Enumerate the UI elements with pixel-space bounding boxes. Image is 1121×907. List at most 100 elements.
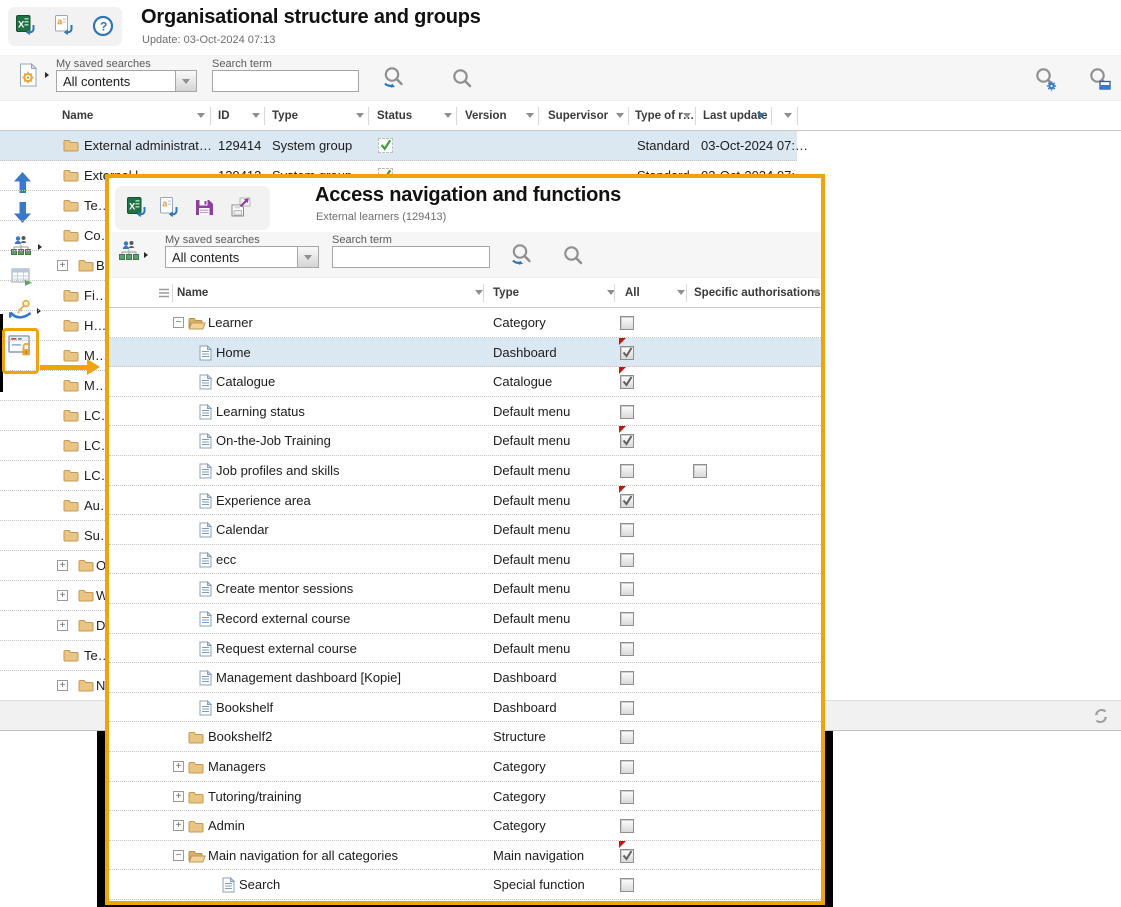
filter-arrow-icon[interactable] xyxy=(475,290,483,295)
checkbox-unchecked[interactable] xyxy=(620,671,634,685)
checkbox-checked[interactable] xyxy=(620,375,634,389)
excel-export-icon[interactable]: X xyxy=(127,197,149,218)
expander-plus-icon[interactable]: + xyxy=(173,820,184,831)
column-header[interactable]: Name xyxy=(177,287,208,299)
sort-desc-icon[interactable] xyxy=(757,113,765,118)
expander-plus-icon[interactable]: + xyxy=(173,791,184,802)
expander-minus-icon[interactable]: − xyxy=(173,850,184,861)
table-row[interactable]: Bookshelf2Structure xyxy=(109,722,821,752)
table-row[interactable]: Experience areaDefault menu xyxy=(109,486,821,516)
table-row[interactable]: CalendarDefault menu xyxy=(109,515,821,545)
table-row[interactable]: Record external courseDefault menu xyxy=(109,604,821,634)
checkbox-checked[interactable] xyxy=(620,849,634,863)
checkbox-unchecked[interactable] xyxy=(620,760,634,774)
column-header[interactable]: Type xyxy=(493,287,519,299)
column-header[interactable]: Specific authorisations xyxy=(694,287,821,299)
dropdown-arrow-icon[interactable] xyxy=(175,71,196,91)
doc-export-icon[interactable]: a xyxy=(54,15,76,36)
filter-arrow-icon[interactable] xyxy=(444,113,452,118)
checkbox-unchecked[interactable] xyxy=(620,464,634,478)
expander-plus-icon[interactable]: + xyxy=(173,761,184,772)
filter-arrow-icon[interactable] xyxy=(812,290,820,295)
table-row[interactable]: Management dashboard [Kopie]Dashboard xyxy=(109,663,821,693)
filter-arrow-icon[interactable] xyxy=(252,113,260,118)
expander-plus-icon[interactable]: + xyxy=(57,620,68,631)
table-row[interactable]: BookshelfDashboard xyxy=(109,693,821,723)
search-window-icon[interactable] xyxy=(1086,66,1113,93)
table-row[interactable]: +ManagersCategory xyxy=(109,752,821,782)
search-settings-icon[interactable] xyxy=(1032,66,1059,93)
table-row[interactable]: External administrat…129414System groupS… xyxy=(0,131,797,161)
search-reset-icon[interactable] xyxy=(508,242,535,269)
table-row[interactable]: −LearnerCategory xyxy=(109,308,821,338)
table-row[interactable]: Request external courseDefault menu xyxy=(109,634,821,664)
column-header[interactable]: Status xyxy=(377,110,412,122)
filter-arrow-icon[interactable] xyxy=(784,113,792,118)
checkbox-unchecked[interactable] xyxy=(620,523,634,537)
column-header[interactable]: All xyxy=(625,287,640,299)
submenu-caret-icon[interactable] xyxy=(144,252,148,258)
checkbox-checked[interactable] xyxy=(620,494,634,508)
checkbox-unchecked[interactable] xyxy=(620,790,634,804)
checkbox-checked[interactable] xyxy=(620,346,634,360)
table-row[interactable]: eccDefault menu xyxy=(109,545,821,575)
dialog-nav-structure-icon[interactable] xyxy=(118,240,140,262)
table-row[interactable]: CatalogueCatalogue xyxy=(109,367,821,397)
table-row[interactable]: Learning statusDefault menu xyxy=(109,397,821,427)
table-row[interactable]: Job profiles and skillsDefault menu xyxy=(109,456,821,486)
expander-plus-icon[interactable]: + xyxy=(57,560,68,571)
filter-arrow-icon[interactable] xyxy=(616,113,624,118)
table-row[interactable]: +Tutoring/trainingCategory xyxy=(109,782,821,812)
expander-plus-icon[interactable]: + xyxy=(57,260,68,271)
table-row[interactable]: On-the-Job TrainingDefault menu xyxy=(109,426,821,456)
checkbox-unchecked[interactable] xyxy=(620,819,634,833)
saved-searches-select[interactable]: All contents xyxy=(165,246,319,268)
submenu-caret-icon[interactable] xyxy=(45,72,49,78)
column-header[interactable]: Version xyxy=(465,110,507,122)
dropdown-arrow-icon[interactable] xyxy=(297,247,318,267)
filter-arrow-icon[interactable] xyxy=(197,113,205,118)
table-row[interactable]: HomeDashboard xyxy=(109,338,821,368)
table-row[interactable]: +AdminCategory xyxy=(109,811,821,841)
search-icon[interactable] xyxy=(561,244,586,269)
checkbox-unchecked[interactable] xyxy=(620,316,634,330)
search-term-input[interactable] xyxy=(212,70,359,92)
checkbox-unchecked[interactable] xyxy=(620,612,634,626)
checkbox-unchecked[interactable] xyxy=(620,582,634,596)
filter-arrow-icon[interactable] xyxy=(526,113,534,118)
expander-plus-icon[interactable]: + xyxy=(57,680,68,691)
save-icon[interactable] xyxy=(195,198,214,217)
saved-searches-select[interactable]: All contents xyxy=(56,70,197,92)
column-header[interactable]: Type xyxy=(272,110,298,122)
column-header[interactable]: Supervisor xyxy=(548,110,608,122)
column-header[interactable]: Name xyxy=(62,110,93,122)
checkbox-unchecked[interactable] xyxy=(693,464,707,478)
refresh-icon[interactable] xyxy=(1092,707,1110,725)
sidebar-new-item-icon[interactable] xyxy=(17,63,40,88)
help-icon[interactable]: ? xyxy=(92,15,114,37)
search-icon[interactable] xyxy=(450,67,475,92)
row-type: System group xyxy=(272,138,352,153)
checkbox-unchecked[interactable] xyxy=(620,730,634,744)
table-row[interactable]: SearchSpecial function xyxy=(109,870,821,900)
save-close-icon[interactable] xyxy=(230,197,252,218)
search-reset-icon[interactable] xyxy=(380,65,407,92)
search-term-input[interactable] xyxy=(332,246,490,268)
filter-arrow-icon[interactable] xyxy=(356,113,364,118)
filter-arrow-icon[interactable] xyxy=(683,113,691,118)
checkbox-unchecked[interactable] xyxy=(620,701,634,715)
filter-arrow-icon[interactable] xyxy=(677,290,685,295)
column-header[interactable]: ID xyxy=(218,110,230,122)
checkbox-unchecked[interactable] xyxy=(620,405,634,419)
checkbox-unchecked[interactable] xyxy=(620,642,634,656)
doc-export-icon[interactable]: a xyxy=(159,197,181,218)
checkbox-unchecked[interactable] xyxy=(620,878,634,892)
table-row[interactable]: −Main navigation for all categoriesMain … xyxy=(109,841,821,871)
row-type: Structure xyxy=(493,729,546,744)
expander-plus-icon[interactable]: + xyxy=(57,590,68,601)
drag-handle-icon[interactable] xyxy=(158,288,170,298)
checkbox-unchecked[interactable] xyxy=(620,553,634,567)
table-row[interactable]: Create mentor sessionsDefault menu xyxy=(109,574,821,604)
expander-minus-icon[interactable]: − xyxy=(173,317,184,328)
checkbox-checked[interactable] xyxy=(620,434,634,448)
